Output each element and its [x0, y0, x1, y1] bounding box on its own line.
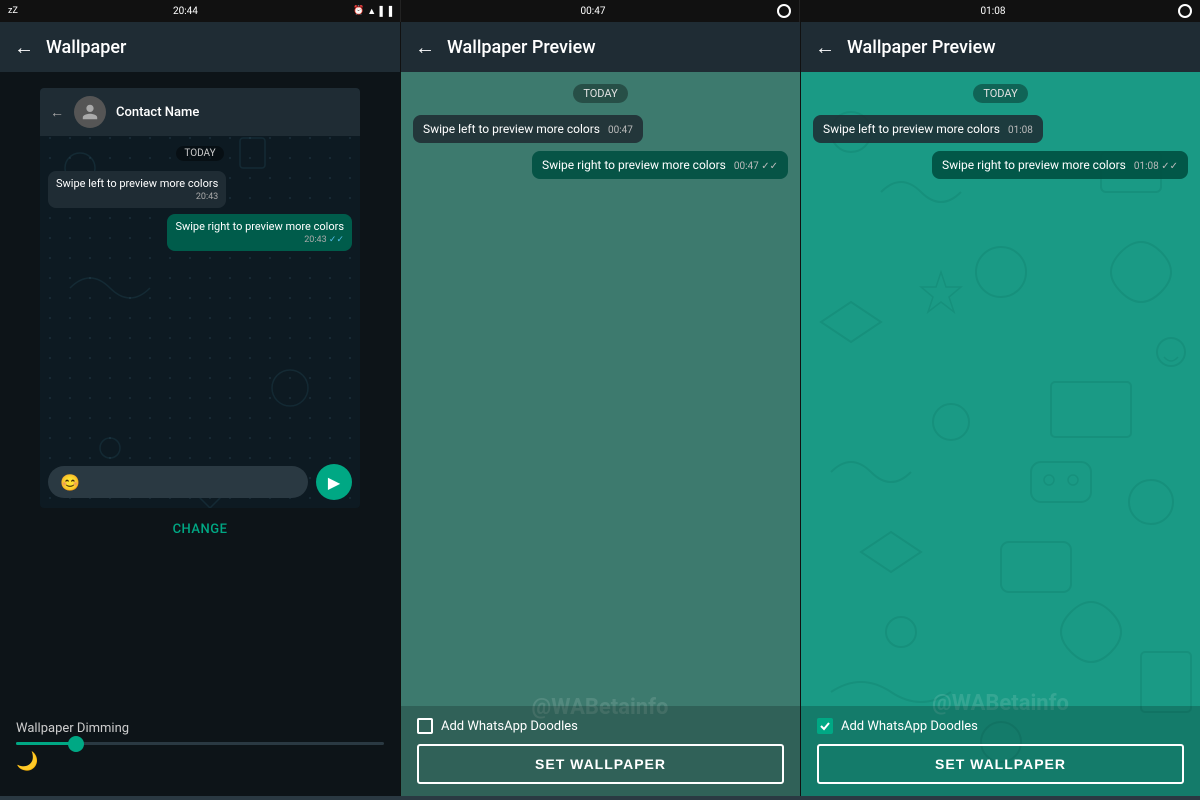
msg-text-1: Swipe left to preview more colors [56, 177, 218, 190]
message-sent-1: Swipe right to preview more colors 20:43… [167, 214, 352, 251]
dimming-slider[interactable] [16, 742, 384, 745]
change-button[interactable]: CHANGE [173, 522, 228, 537]
chat-messages: TODAY Swipe left to preview more colors … [40, 136, 360, 456]
status-bar-screen2: 00:47 [400, 0, 800, 22]
screen1-title: Wallpaper [46, 37, 126, 58]
preview2-messages: TODAY Swipe left to preview more colors … [401, 72, 800, 706]
status-time-1: 20:44 [173, 6, 198, 17]
preview3-msg-text-2: Swipe right to preview more colors [942, 158, 1126, 172]
chat-header: ← Contact Name [40, 88, 360, 136]
preview3-date-badge: TODAY [973, 84, 1027, 103]
preview2-msg-text-2: Swipe right to preview more colors [542, 158, 726, 172]
chat-input-field[interactable]: 😊 [48, 466, 308, 498]
doodles-label-3: Add WhatsApp Doodles [841, 719, 978, 734]
preview3-msg-sent: Swipe right to preview more colors 01:08… [932, 151, 1188, 179]
preview2-date-badge: TODAY [573, 84, 627, 103]
avatar [74, 96, 106, 128]
preview2-msg-time-1: 00:47 [608, 125, 633, 136]
battery-icon: ▐ [386, 6, 392, 17]
status-right-icons-1: ⏰ ▲▐ ▐ [353, 6, 392, 17]
msg-time-1: 20:43 [56, 192, 218, 202]
status-circle-2 [777, 4, 791, 18]
chat-preview: ← Contact Name TODAY Swipe left to previ… [40, 88, 360, 508]
status-time-3: 01:08 [981, 6, 1006, 17]
preview2-bottom: Add WhatsApp Doodles SET WALLPAPER [401, 706, 800, 796]
back-button-2[interactable]: ← [415, 35, 435, 60]
message-received-1: Swipe left to preview more colors 20:43 [48, 171, 226, 208]
chat-input-bar: 😊 ▶ [40, 456, 360, 508]
back-button-1[interactable]: ← [14, 35, 34, 60]
wallpaper-dimming: Wallpaper Dimming 🌙 [16, 721, 384, 772]
app-bar-wallpaper: ← Wallpaper [0, 22, 400, 72]
app-bar-preview1: ← Wallpaper Preview [400, 22, 800, 72]
preview3-msg-received: Swipe left to preview more colors 01:08 [813, 115, 1043, 143]
preview2-msg-received: Swipe left to preview more colors 00:47 [413, 115, 643, 143]
dimming-label: Wallpaper Dimming [16, 721, 384, 736]
chat-back-icon: ← [50, 104, 64, 121]
preview3-msg-text-1: Swipe left to preview more colors [823, 122, 1000, 136]
msg-text-2: Swipe right to preview more colors [175, 220, 344, 233]
status-bar-screen3: 01:08 [800, 0, 1200, 22]
doodles-label-2: Add WhatsApp Doodles [441, 719, 578, 734]
scroll-indicator-3 [800, 796, 1200, 800]
zzz-icon: zZ [8, 6, 18, 16]
panel-preview-no-doodles: TODAY Swipe left to preview more colors … [400, 72, 800, 796]
date-badge-1: TODAY [176, 146, 223, 161]
preview2-msg-text-1: Swipe left to preview more colors [423, 122, 600, 136]
checkbox-unchecked [417, 718, 433, 734]
doodles-checkbox-3[interactable]: Add WhatsApp Doodles [817, 718, 1184, 734]
doodles-checkbox-2[interactable]: Add WhatsApp Doodles [417, 718, 784, 734]
preview3-bottom: Add WhatsApp Doodles SET WALLPAPER [801, 706, 1200, 796]
status-circle-3 [1178, 4, 1192, 18]
status-time-2: 00:47 [581, 6, 606, 17]
dimming-slider-fill [16, 742, 71, 745]
signal-icon: ▲▐ [367, 6, 382, 17]
back-button-3[interactable]: ← [815, 35, 835, 60]
contact-name: Contact Name [116, 105, 199, 120]
scroll-indicator-1 [0, 796, 400, 800]
app-bar-preview2: ← Wallpaper Preview [800, 22, 1200, 72]
send-button[interactable]: ▶ [316, 464, 352, 500]
preview3-messages: TODAY Swipe left to preview more colors … [801, 72, 1200, 706]
preview2-msg-sent: Swipe right to preview more colors 00:47… [532, 151, 788, 179]
dimming-slider-thumb [68, 736, 84, 752]
msg-time-2: 20:43 ✓✓ [175, 235, 344, 245]
emoji-icon: 😊 [60, 473, 80, 492]
preview3-msg-time-2: 01:08 ✓✓ [1134, 161, 1178, 172]
panel-preview-with-doodles: TODAY Swipe left to preview more colors … [800, 72, 1200, 796]
preview2-msg-time-2: 00:47 ✓✓ [734, 161, 778, 172]
screen2-title: Wallpaper Preview [447, 37, 596, 58]
screen3-title: Wallpaper Preview [847, 37, 996, 58]
panel-wallpaper: ← Contact Name TODAY Swipe left to previ… [0, 72, 400, 796]
scroll-indicator-2 [400, 796, 800, 800]
status-bar-screen1: zZ 20:44 ⏰ ▲▐ ▐ [0, 0, 400, 22]
set-wallpaper-button-3[interactable]: SET WALLPAPER [817, 744, 1184, 784]
checkbox-checked-3 [817, 718, 833, 734]
preview3-msg-time-1: 01:08 [1008, 125, 1033, 136]
set-wallpaper-button-2[interactable]: SET WALLPAPER [417, 744, 784, 784]
status-left-icons: zZ [8, 6, 18, 16]
alarm-icon: ⏰ [353, 6, 364, 16]
